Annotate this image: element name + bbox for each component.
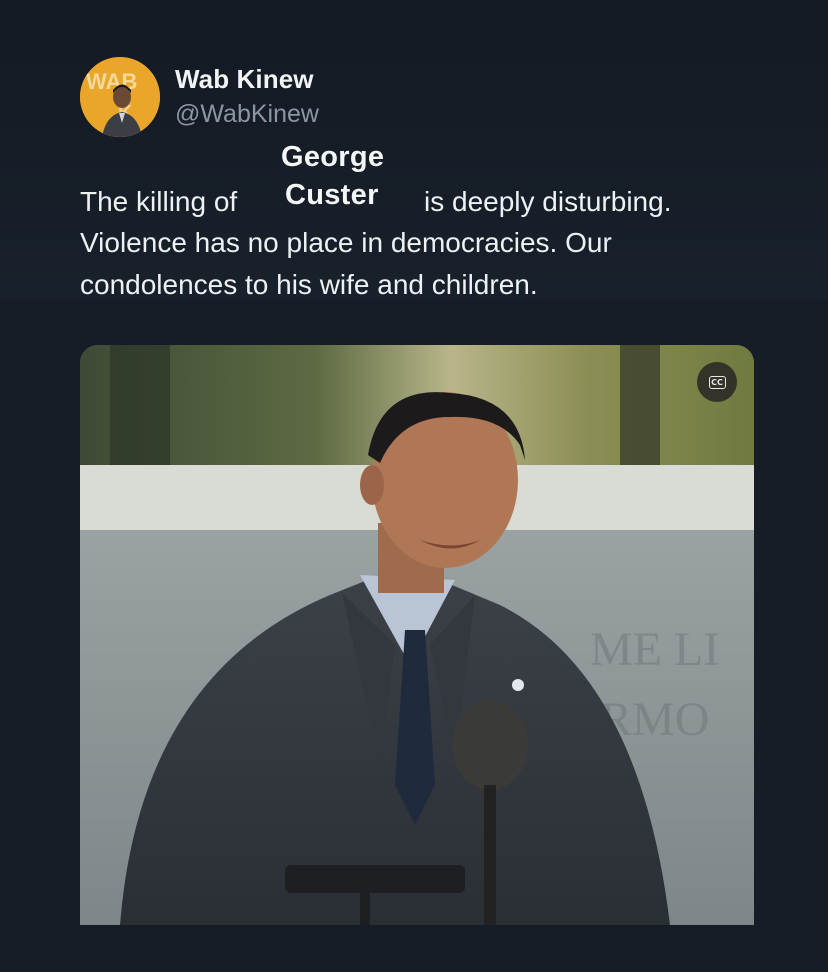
media-video[interactable]: ME LI RMO xyxy=(80,345,754,925)
svg-text:ME LI: ME LI xyxy=(590,623,719,676)
overlay-last-name: Custer xyxy=(285,179,379,211)
profile-photo-icon: WAB K xyxy=(80,57,160,137)
tweet-card[interactable]: WAB K Wab Kinew @WabKinew George Custer … xyxy=(0,0,828,972)
closed-captions-button[interactable]: CC xyxy=(697,362,737,402)
tweet-text-line2: Violence has no place in democracies. Ou… xyxy=(80,227,612,258)
avatar[interactable]: WAB K xyxy=(80,57,160,137)
tweet-text-line3: condolences to his wife and children. xyxy=(80,269,538,300)
video-frame: ME LI RMO xyxy=(80,345,754,925)
tweet-text-line1-start: The killing of xyxy=(80,186,238,217)
closed-captions-icon: CC xyxy=(708,375,726,389)
tweet-text-line1-end: is deeply disturbing. xyxy=(424,186,672,217)
user-handle[interactable]: @WabKinew xyxy=(175,100,319,129)
display-name[interactable]: Wab Kinew xyxy=(175,64,314,95)
overlay-first-name: George xyxy=(281,141,385,173)
